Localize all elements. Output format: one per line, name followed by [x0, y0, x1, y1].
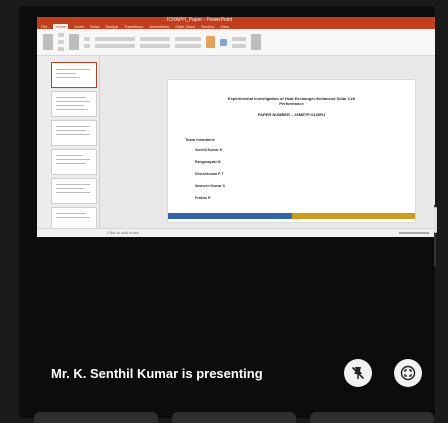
- team-label: Team members:: [185, 137, 216, 142]
- ribbon-tab: Slide Show: [175, 24, 196, 29]
- paste-icon: [43, 34, 53, 50]
- team-member: Navneen Kumar S: [195, 184, 225, 188]
- ribbon-tab: Animations: [149, 24, 170, 29]
- window-title: ICHAPH_Paper - PowerPoint: [167, 17, 233, 23]
- fullscreen-icon: [400, 365, 416, 381]
- new-slide-icon: [69, 34, 79, 50]
- team-member: Senthil Kumar K: [195, 148, 223, 152]
- slide-footer-bar-blue: [168, 213, 292, 219]
- shared-screen-tile: ICHAPH_Paper - PowerPoint File Home Inse…: [19, 6, 435, 418]
- ribbon-tab: Insert: [74, 24, 85, 29]
- ppt-status-bar: Click to add notes: [37, 228, 435, 237]
- ribbon-tab: Home: [53, 24, 69, 29]
- slide-thumbnail-pane: [37, 56, 100, 233]
- slide-canvas: Experimental Investigation of Heat Excha…: [100, 56, 435, 229]
- participant-tile[interactable]: [310, 412, 434, 423]
- slide-title-line: Performance: [279, 101, 304, 106]
- ribbon-tab: File: [41, 24, 48, 29]
- ribbon-toolbar: [37, 29, 435, 56]
- fullscreen-button[interactable]: [394, 359, 422, 387]
- ppt-body: Experimental Investigation of Heat Excha…: [37, 56, 435, 233]
- scrollbar-thumb[interactable]: [434, 207, 437, 233]
- shapes-icon: [206, 36, 215, 48]
- team-member: Prabhu R: [195, 196, 211, 200]
- slide-thumbnail: [51, 149, 97, 175]
- ribbon-tab: View: [220, 24, 229, 29]
- ppt-titlebar: ICHAPH_Paper - PowerPoint: [37, 17, 435, 24]
- slide-thumbnail: [51, 62, 97, 88]
- ribbon-tab: Draw: [90, 24, 100, 29]
- powerpoint-window: ICHAPH_Paper - PowerPoint File Home Inse…: [37, 17, 435, 237]
- slide-thumbnail: [51, 120, 97, 146]
- slide-thumbnail: [51, 178, 97, 204]
- presenting-label: Mr. K. Senthil Kumar is presenting: [51, 366, 263, 381]
- slide-title: Experimental Investigation of Heat Excha…: [188, 96, 395, 106]
- ribbon-tab: Review: [201, 24, 215, 29]
- slide-footer-bar-gold: [292, 213, 415, 219]
- notes-hint: Click to add notes: [107, 230, 139, 235]
- participant-tile[interactable]: [172, 412, 296, 423]
- participant-tile[interactable]: [34, 412, 158, 423]
- paper-number: PAPER NUMBER – 23METP-0106RJ: [257, 112, 326, 117]
- team-member: Dineshkumar P T: [195, 172, 224, 176]
- zoom-slider: [399, 232, 429, 234]
- ribbon-tab: Transitions: [123, 24, 144, 29]
- arrange-icon: [220, 38, 227, 46]
- editing-icon: [251, 34, 261, 50]
- slide: Experimental Investigation of Heat Excha…: [168, 80, 415, 222]
- ribbon-tab: Design: [105, 24, 118, 29]
- unpin-icon: [351, 366, 365, 380]
- team-member: Ranganayaki M: [195, 160, 221, 164]
- unpin-button[interactable]: [344, 359, 372, 387]
- slide-thumbnail: [51, 91, 97, 117]
